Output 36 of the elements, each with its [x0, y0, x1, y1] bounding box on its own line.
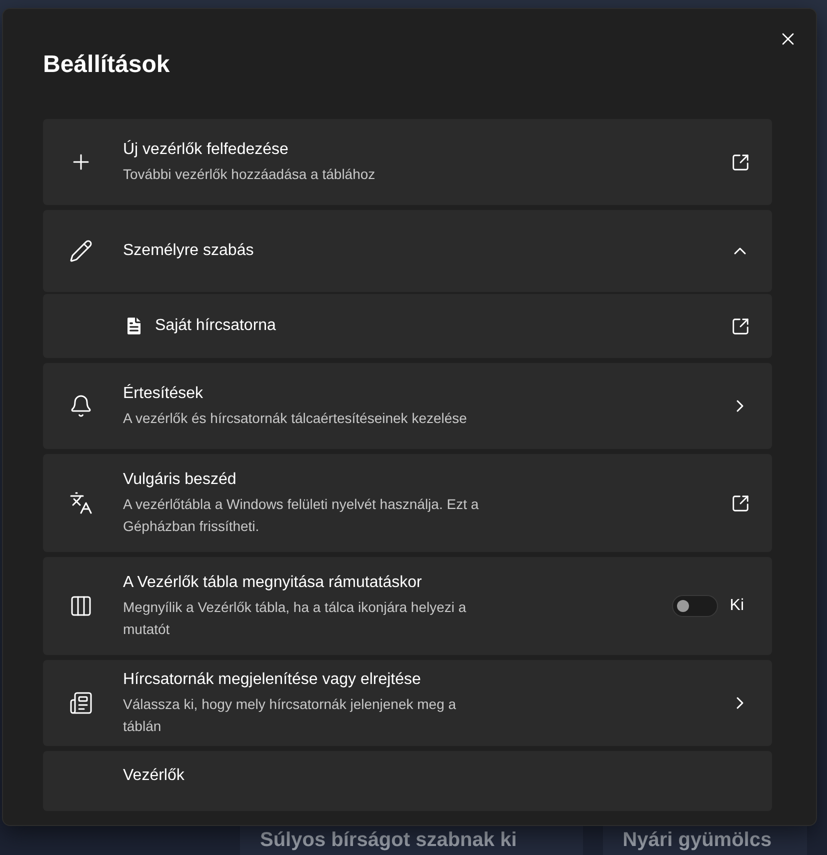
dialog-title: Beállítások	[43, 51, 170, 79]
news-headline: Nyári gyümölcs	[622, 829, 772, 852]
settings-card[interactable]: Új vezérlők felfedezése További vezérlők hozzáadása a táblához	[43, 119, 772, 205]
setting-title: Új vezérlők felfedezése	[123, 139, 288, 160]
settings-card[interactable]: A Vezérlők tábla megnyitása rámutatáskor Megnyílik a Vezérlők tábla, ha a tálca ikonjára helyezi a mutatót Ki	[43, 557, 772, 655]
settings-card[interactable]: Saját hírcsatorna	[43, 294, 772, 358]
setting-title: Vezérlők	[123, 766, 184, 786]
settings-card[interactable]: Személyre szabás	[43, 210, 772, 292]
setting-description: További vezérlők hozzáadása a táblához	[123, 165, 376, 184]
setting-title: Személyre szabás	[123, 241, 254, 261]
external-link-icon	[731, 494, 750, 512]
setting-title: A Vezérlők tábla megnyitása rámutatáskor	[123, 573, 422, 593]
external-link-icon	[731, 316, 750, 336]
pencil-icon	[69, 239, 93, 263]
news-card[interactable]: Nyári gyümölcs	[602, 826, 807, 855]
settings-card[interactable]: Vezérlők	[43, 751, 772, 811]
newspaper-icon	[69, 691, 93, 715]
news-card[interactable]: Súlyos bírságot szabnak ki	[240, 826, 583, 855]
settings-card[interactable]: Vulgáris beszéd A vezérlőtábla a Windows felületi nyelvét használja. Ezt a Gépházban frissítheti.	[43, 454, 772, 552]
toggle-state-label: Ki	[730, 597, 744, 615]
setting-description: Válassza ki, hogy mely hírcsatornák jelenjenek meg a táblán	[123, 695, 458, 736]
settings-card[interactable]: Hírcsatornák megjelenítése vagy elrejtése Válassza ki, hogy mely hírcsatornák jelenjenek meg a táblán	[43, 660, 772, 746]
setting-title: Hírcsatornák megjelenítése vagy elrejtése	[123, 670, 421, 690]
toggle-switch[interactable]	[672, 595, 718, 617]
setting-description: A vezérlőtábla a Windows felületi nyelvét használja. Ezt a Gépházban frissítheti.	[123, 495, 480, 536]
panels-icon	[69, 594, 93, 618]
setting-title: Saját hírcsatorna	[155, 316, 276, 336]
translate-icon	[69, 491, 93, 515]
bell-icon	[69, 394, 93, 418]
news-headline: Súlyos bírságot szabnak ki	[260, 829, 517, 852]
setting-description: Megnyílik a Vezérlők tábla, ha a tálca ikonjára helyezi a mutatót	[123, 598, 468, 639]
external-link-icon	[731, 152, 750, 172]
settings-card[interactable]: Értesítések A vezérlők és hírcsatornák tálcaértesítéseinek kezelése	[43, 363, 772, 449]
setting-title: Értesítések	[123, 383, 204, 404]
setting-title: Vulgáris beszéd	[123, 470, 236, 490]
setting-description: A vezérlők és hírcsatornák tálcaértesítéseinek kezelése	[123, 409, 467, 428]
